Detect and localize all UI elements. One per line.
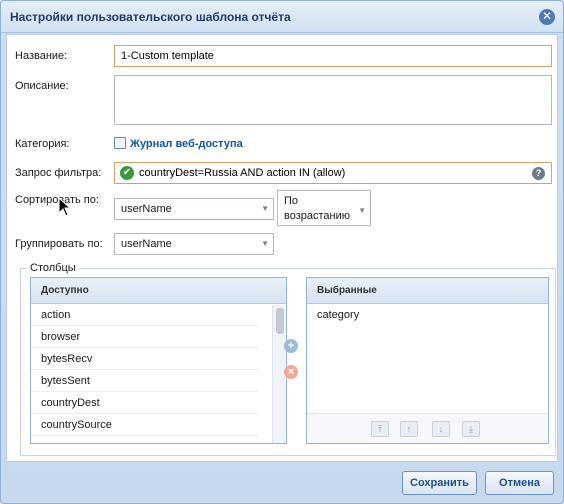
close-icon[interactable]: ✕ (539, 9, 555, 25)
reorder-toolbar: ⤒ ↑ ↓ ⤓ (307, 413, 548, 443)
check-circle-icon: ✔ (120, 166, 134, 180)
list-item[interactable]: bytesRecv (31, 348, 258, 370)
description-textarea[interactable] (114, 75, 552, 125)
selected-columns-grid: Выбранные category ⤒ ↑ ↓ ⤓ (306, 277, 549, 444)
columns-legend: Столбцы (27, 262, 79, 274)
name-input[interactable]: 1-Custom template (114, 45, 552, 67)
plus-icon[interactable]: + (284, 339, 298, 353)
name-label: Название: (15, 50, 68, 62)
list-item[interactable]: category (307, 304, 534, 326)
available-header: Доступно (31, 278, 286, 304)
chevron-down-icon: ▼ (261, 204, 269, 213)
sort-field-select[interactable]: userName ▼ (114, 198, 274, 220)
scrollbar-thumb[interactable] (276, 308, 284, 334)
sort-direction-value: По возрастанию (284, 195, 350, 222)
save-button[interactable]: Сохранить (402, 471, 477, 495)
category-link-text: Журнал веб-доступа (130, 138, 243, 150)
close-icon[interactable]: × (284, 365, 298, 379)
list-item[interactable]: countrySource (31, 414, 258, 436)
category-link[interactable]: Журнал веб-доступа (114, 137, 243, 150)
list-item[interactable]: countryDest (31, 392, 258, 414)
description-label: Описание: (15, 80, 69, 92)
dialog-body: Название: 1-Custom template Описание: Ка… (6, 34, 558, 462)
move-up-icon[interactable]: ↑ (400, 421, 418, 437)
group-field-value: userName (121, 238, 172, 250)
help-icon[interactable]: ? (532, 167, 545, 180)
group-field-select[interactable]: userName ▼ (114, 233, 274, 255)
selected-header: Выбранные (307, 278, 548, 304)
filter-input[interactable]: ✔ countryDest=Russia AND action IN (allo… (114, 162, 552, 184)
list-item[interactable]: browser (31, 326, 258, 348)
filter-label: Запрос фильтра: (15, 167, 102, 179)
dialog-title: Настройки пользовательского шаблона отчё… (10, 10, 291, 24)
mouse-pointer-icon (58, 197, 72, 217)
cancel-button[interactable]: Отмена (485, 471, 554, 495)
dialog-footer: Сохранить Отмена (1, 463, 563, 503)
move-down-icon[interactable]: ↓ (432, 421, 450, 437)
chevron-down-icon: ▼ (358, 206, 366, 215)
journal-icon (114, 137, 126, 149)
dialog-titlebar: Настройки пользовательского шаблона отчё… (1, 1, 563, 33)
columns-fieldset: Столбцы Доступно action browser bytesRec… (20, 262, 556, 456)
list-item[interactable]: bytesSent (31, 370, 258, 392)
chevron-down-icon: ▼ (261, 239, 269, 248)
group-label: Группировать по: (15, 238, 103, 250)
move-bottom-icon[interactable]: ⤓ (462, 421, 480, 437)
move-top-icon[interactable]: ⤒ (371, 421, 389, 437)
report-template-dialog: Настройки пользовательского шаблона отчё… (0, 0, 564, 504)
available-columns-grid: Доступно action browser bytesRecv bytesS… (30, 277, 287, 444)
sort-field-value: userName (121, 203, 172, 215)
filter-text: countryDest=Russia AND action IN (allow) (139, 167, 346, 179)
sort-label: Сортировать по: (15, 194, 99, 206)
sort-direction-select[interactable]: По возрастанию ▼ (277, 190, 371, 226)
category-label: Категория: (15, 138, 70, 150)
list-item[interactable]: action (31, 304, 258, 326)
